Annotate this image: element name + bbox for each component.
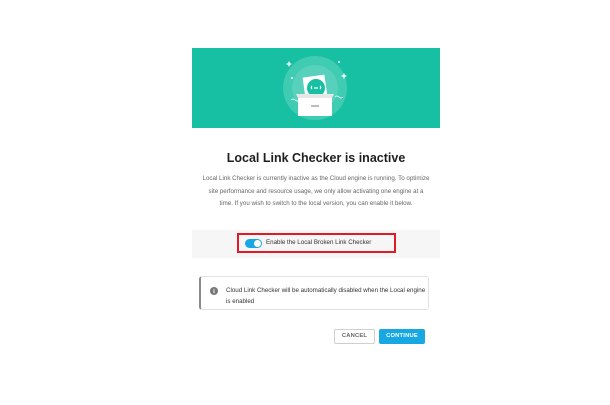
notice-box: Cloud Link Checker will be automatically…: [199, 276, 429, 310]
drawer-with-link-illustration: [283, 56, 347, 120]
modal-dialog: Local Link Checker is inactive Local Lin…: [192, 48, 440, 358]
continue-button[interactable]: CONTINUE: [379, 329, 425, 344]
toggle-knob: [254, 240, 261, 247]
toggle-row: Enable the Local Broken Link Checker: [192, 230, 440, 258]
toggle-label[interactable]: Enable the Local Broken Link Checker: [266, 239, 371, 246]
notice-text: Cloud Link Checker will be automatically…: [226, 287, 426, 305]
enable-local-checker-toggle[interactable]: [245, 239, 262, 248]
hero-banner: [192, 48, 440, 128]
dialog-title: Local Link Checker is inactive: [226, 151, 406, 165]
cancel-button[interactable]: CANCEL: [334, 329, 375, 344]
dialog-description: Local Link Checker is currently inactive…: [202, 175, 430, 207]
info-icon: [210, 287, 218, 295]
